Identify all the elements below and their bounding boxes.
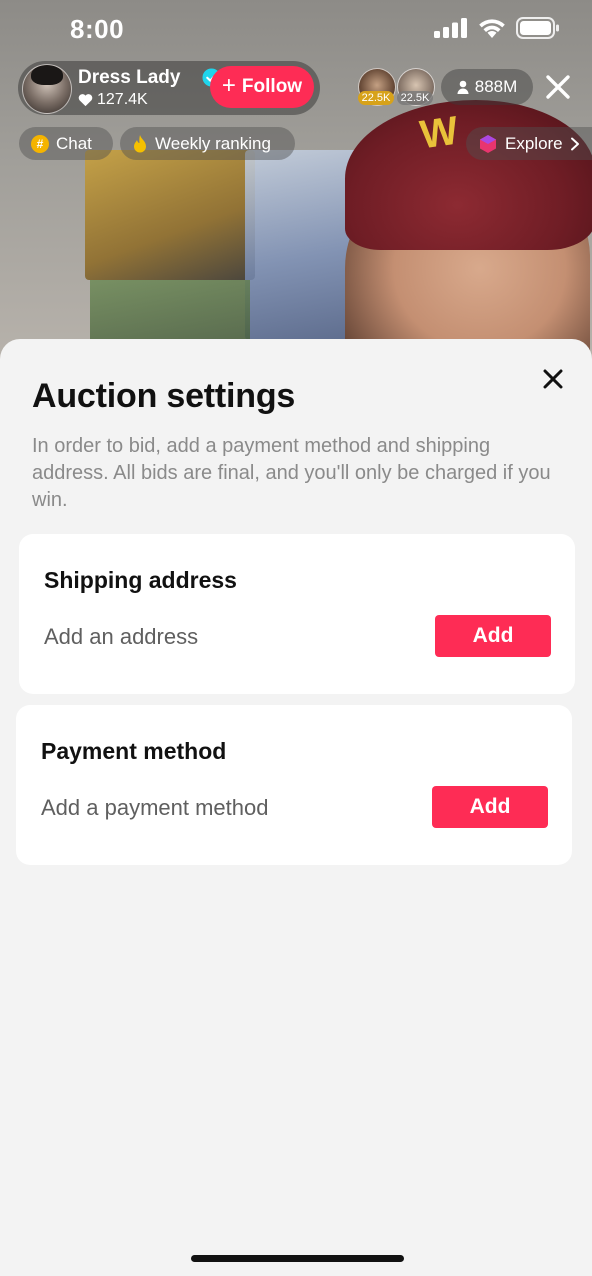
chat-chip[interactable]: # Chat [19,127,113,160]
add-address-button[interactable]: Add [435,615,551,657]
hashtag-icon: # [31,134,49,153]
payment-method-title: Payment method [41,738,227,764]
weekly-ranking-chip[interactable]: Weekly ranking [120,127,295,160]
explore-chip[interactable]: Explore [466,127,592,160]
wifi-icon [479,19,505,38]
home-indicator[interactable] [191,1255,404,1262]
status-time: 8:00 [70,14,125,44]
add-payment-button[interactable]: Add [432,786,548,828]
video-product-box [85,150,255,280]
status-icons [434,17,560,39]
weekly-ranking-label: Weekly ranking [155,133,271,153]
flame-icon [134,134,146,152]
close-icon[interactable] [542,71,574,103]
host-avatar[interactable] [22,64,72,114]
close-icon[interactable] [541,367,565,391]
payment-method-subtitle: Add a payment method [41,795,269,820]
host-name: Dress Lady [78,67,181,88]
host-likes: 127.4K [78,91,148,109]
follow-label: Follow [241,76,303,97]
shipping-address-subtitle: Add an address [44,624,199,649]
signal-icon [434,18,467,38]
sheet-title: Auction settings [32,377,296,415]
shipping-address-card: Shipping address Add an address Add [19,534,575,694]
likes-count: 127.4K [97,91,148,108]
payment-method-card: Payment method Add a payment method Add [16,705,572,865]
explore-icon [480,134,496,153]
shipping-address-title: Shipping address [44,567,237,593]
viewer-count-value: 888M [474,77,518,96]
auction-settings-sheet: Auction settings In order to bid, add a … [0,339,592,1276]
status-bar: 8:00 [0,0,592,60]
viewer-badge: 22.5K [358,91,394,105]
follow-button[interactable]: + Follow [210,66,314,108]
chat-chip-label: Chat [56,133,92,153]
heart-icon [78,94,93,107]
viewer-badge: 22.5K [397,91,433,105]
chevron-right-icon [570,137,579,150]
explore-label: Explore [505,133,563,153]
plus-icon: + [221,72,236,99]
sheet-description: In order to bid, add a payment method an… [32,435,551,511]
viewer-count[interactable]: 888M [441,69,533,105]
battery-icon [516,17,559,39]
person-icon [457,80,469,94]
